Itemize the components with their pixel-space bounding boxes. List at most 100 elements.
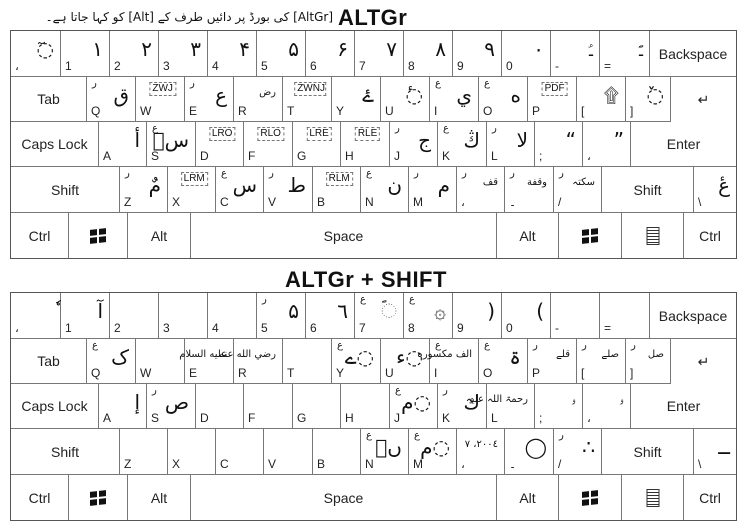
key-4[interactable]: 4۴ [208,31,257,77]
key-e[interactable]: E عليه السلام [179,339,234,384]
key--[interactable]: ۔ ر وقفة [505,167,554,213]
key-shift[interactable]: Shift [602,167,694,213]
key-x[interactable]: X [168,429,216,475]
key-y[interactable]: Yۓ [332,77,381,122]
key-5[interactable]: 5 ر ۵ [257,293,306,339]
key-2[interactable]: 2۲ [110,31,159,77]
key-2[interactable]: 2 [110,293,159,339]
key--[interactable]: ، ر قف [457,167,505,213]
key-x[interactable]: X LRM [168,167,216,213]
key-g[interactable]: G [293,384,341,429]
key--[interactable]: ↵ [671,77,736,122]
key-a[interactable]: Aإ [99,384,147,429]
key--[interactable]: ، ۥ [583,384,631,429]
key-q[interactable]: Q ع ک [87,339,136,384]
key--[interactable]: ۔ ◯ [505,429,554,475]
key-f[interactable]: F RLO [244,122,293,167]
key-enter[interactable]: Enter [631,384,736,429]
key-w[interactable]: W [136,339,185,384]
key-t[interactable]: T [283,339,332,384]
key-backspace[interactable]: Backspace [650,293,736,339]
key-p[interactable]: P PDF [528,77,577,122]
key-h[interactable]: H RLE [341,122,390,167]
key-l[interactable]: L رحمۃ اللہ علیہ [466,384,535,429]
key--[interactable]: ; ۥ [535,384,583,429]
key--[interactable]: \ عٔ [694,167,736,213]
key-v[interactable]: V [264,429,313,475]
key-v[interactable]: V ر ط [264,167,313,213]
key-6[interactable]: 6٦ [306,293,355,339]
key-r[interactable]: R رض [234,77,283,122]
key-b[interactable]: B [313,429,361,475]
key-win[interactable] [559,213,622,258]
key-shift[interactable]: Shift [602,429,694,475]
key-a[interactable]: Aأ [99,122,147,167]
key-l[interactable]: L ر لا [487,122,535,167]
key-s[interactable]: S ع سؔ [147,122,196,167]
key-ctrl[interactable]: Ctrl [11,213,69,258]
key-k[interactable]: K ع ڭ [438,122,487,167]
key-u[interactable]: U ◌ٔ [381,77,430,122]
key-i[interactable]: I ع الف مکسورہ [417,339,479,384]
key-q[interactable]: Q ر ق [87,77,136,122]
key-1[interactable]: 1۱ [61,31,110,77]
key-3[interactable]: 3۳ [159,31,208,77]
key-u[interactable]: U ◌ء [381,339,430,384]
key-ctrl[interactable]: Ctrl [684,213,736,258]
key-ctrl[interactable]: Ctrl [11,475,69,520]
key-caps-lock[interactable]: Caps Lock [11,122,99,167]
key-n[interactable]: N ع ںؘ [361,429,409,475]
key--[interactable]: [ر صلے [577,339,626,384]
key-6[interactable]: 6۶ [306,31,355,77]
key-tab[interactable]: Tab [11,77,87,122]
key-o[interactable]: O ع ه [479,77,528,122]
key-0[interactable]: 0) [502,293,551,339]
key-caps-lock[interactable]: Caps Lock [11,384,99,429]
key-d[interactable]: D LRO [196,122,244,167]
key-h[interactable]: H [341,384,390,429]
key-c[interactable]: C عس [216,167,264,213]
key-i[interactable]: I ع ي [430,77,479,122]
key-b[interactable]: B RLM [313,167,361,213]
key-j[interactable]: J ع ◌م [390,384,438,429]
key-t[interactable]: T ZWNJ [283,77,332,122]
key-alt[interactable]: Alt [497,213,559,258]
key-p[interactable]: P ر قلے [528,339,577,384]
key--[interactable]: = [600,293,650,339]
key--[interactable]: ، ◌ٓ [11,31,61,77]
key-win[interactable] [69,213,128,258]
key-s[interactable]: S رص [147,384,196,429]
key-w[interactable]: W ZWJ [136,77,185,122]
key-c[interactable]: C [216,429,264,475]
key-menu[interactable] [622,213,684,258]
key-space[interactable]: Space [191,475,497,520]
key--[interactable]: ،” [583,122,631,167]
key-space[interactable]: Space [191,213,497,258]
key--[interactable]: ; “ [535,122,583,167]
key-alt[interactable]: Alt [128,213,191,258]
key-win[interactable] [69,475,128,520]
key-z[interactable]: Z ر مٌ [120,167,168,213]
key-backspace[interactable]: Backspace [650,31,736,77]
key--[interactable]: ،ٗ [11,293,61,339]
key-m[interactable]: M ع ◌م [409,429,457,475]
key-tab[interactable]: Tab [11,339,87,384]
key-0[interactable]: 0۰ [502,31,551,77]
key-alt[interactable]: Alt [128,475,191,520]
key-4[interactable]: 4 [208,293,257,339]
key--[interactable]: \ ــ [694,429,736,475]
key-shift[interactable]: Shift [11,429,120,475]
key-j[interactable]: J ر ج [390,122,438,167]
key-shift[interactable]: Shift [11,167,120,213]
key-9[interactable]: 9۹ [453,31,502,77]
key-y[interactable]: Y ع ◌ے [332,339,381,384]
key-n[interactable]: N ع ن [361,167,409,213]
key-alt[interactable]: Alt [497,475,559,520]
key-8[interactable]: 8۸ [404,31,453,77]
key-7[interactable]: 7۷ [355,31,404,77]
key-win[interactable] [559,475,622,520]
key--[interactable]: ] ر صل [626,339,671,384]
key--[interactable]: / ر ∴ [554,429,602,475]
key--[interactable]: ، ٢٠٠٤، ٧ [457,429,505,475]
key-ctrl[interactable]: Ctrl [684,475,736,520]
